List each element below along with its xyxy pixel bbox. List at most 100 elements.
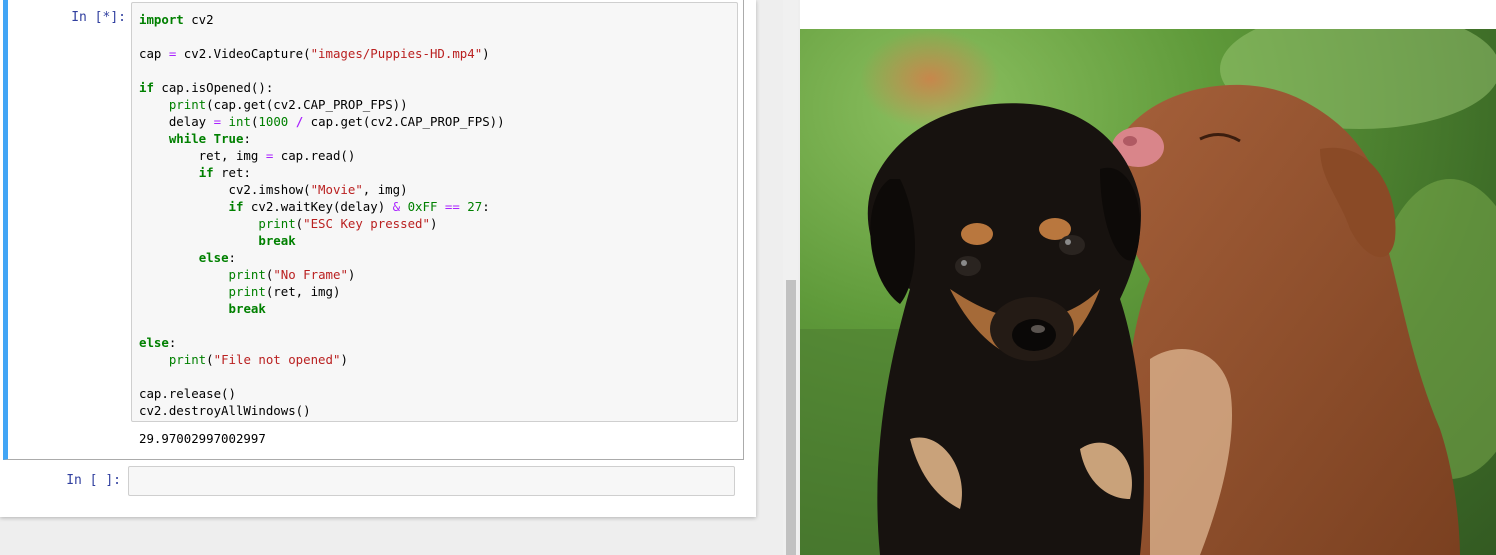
code-line: else: (139, 249, 737, 266)
code-token: (ret, img) (265, 284, 341, 299)
code-editor-empty[interactable] (128, 466, 735, 496)
code-line: if cv2.waitKey(delay) & 0xFF == 27: (139, 198, 737, 215)
code-token: while (168, 131, 207, 146)
cell-prompt-empty: In [ ]: (66, 473, 121, 488)
code-token: print (258, 216, 296, 231)
cell-output: 29.97002997002997 (139, 431, 266, 446)
code-token: "Movie" (310, 182, 363, 197)
code-token: "File not opened" (213, 352, 341, 367)
code-line: cap = cv2.VideoCapture("images/Puppies-H… (139, 45, 737, 62)
code-token: ret, img (139, 148, 266, 163)
code-line: print("ESC Key pressed") (139, 215, 737, 232)
code-line: print("No Frame") (139, 266, 737, 283)
code-token: , img) (362, 182, 408, 197)
code-token: True (213, 131, 244, 146)
code-token: = (213, 114, 222, 129)
code-token: cv2.destroyAllWindows() (139, 403, 311, 418)
code-token: if (139, 80, 154, 95)
code-cell-running[interactable]: In [*]: import cv2 cap = cv2.VideoCapture… (3, 0, 744, 460)
code-token: else (198, 250, 229, 265)
movie-window[interactable] (800, 0, 1496, 555)
code-text[interactable]: import cv2 cap = cv2.VideoCapture("images… (132, 3, 737, 419)
code-token: : (243, 131, 251, 146)
code-editor[interactable]: import cv2 cap = cv2.VideoCapture("images… (131, 2, 738, 422)
code-line: print("File not opened") (139, 351, 737, 368)
code-token: ) (482, 46, 490, 61)
code-token: break (258, 233, 296, 248)
code-token: 27 (467, 199, 483, 214)
notebook-panel: In [*]: import cv2 cap = cv2.VideoCapture… (0, 0, 756, 517)
code-line: while True: (139, 130, 737, 147)
code-token: "ESC Key pressed" (303, 216, 430, 231)
code-line: delay = int(1000 / cap.get(cv2.CAP_PROP_… (139, 113, 737, 130)
code-token: : (482, 199, 490, 214)
code-token: ( (206, 352, 214, 367)
code-token: cap.read() (273, 148, 356, 163)
code-token: if (228, 199, 244, 214)
code-line: if ret: (139, 164, 737, 181)
code-token: cap.isOpened(): (153, 80, 274, 95)
code-token: ) (340, 352, 348, 367)
code-token: cap (139, 46, 169, 61)
code-token: print (168, 97, 207, 112)
code-token: (cap.get(cv2.CAP_PROP_FPS)) (206, 97, 408, 112)
code-token: print (168, 352, 207, 367)
puppies-image (800, 29, 1496, 555)
code-token: & (392, 199, 401, 214)
code-line: if cap.isOpened(): (139, 79, 737, 96)
code-token: 1000 (258, 114, 289, 129)
code-line: break (139, 232, 737, 249)
code-token: == (444, 199, 460, 214)
code-token: cv2 (183, 12, 214, 27)
code-token: "No Frame" (273, 267, 348, 282)
code-line: cv2.destroyAllWindows() (139, 402, 737, 419)
code-token: int (228, 114, 251, 129)
code-token: print (228, 284, 266, 299)
code-token: ) (347, 267, 356, 282)
code-token: cap.release() (139, 386, 236, 401)
code-token: 0xFF (407, 199, 438, 214)
code-token: ret: (213, 165, 251, 180)
code-token: if (198, 165, 214, 180)
code-token: break (228, 301, 266, 316)
code-token: : (228, 250, 236, 265)
cell-prompt: In [*]: (71, 10, 126, 25)
video-frame (800, 29, 1496, 555)
code-line: print(cap.get(cv2.CAP_PROP_FPS)) (139, 96, 737, 113)
code-token: cv2.imshow( (139, 182, 311, 197)
code-line: cap.release() (139, 385, 737, 402)
code-line: ret, img = cap.read() (139, 147, 737, 164)
code-token: delay (139, 114, 214, 129)
code-token: ) (429, 216, 438, 231)
code-token: print (228, 267, 266, 282)
code-token: cap.get(cv2.CAP_PROP_FPS)) (303, 114, 505, 129)
code-token: "images/Puppies-HD.mp4" (310, 46, 483, 61)
code-token: : (168, 335, 177, 350)
scrollbar-thumb[interactable] (786, 280, 796, 555)
code-line: break (139, 300, 737, 317)
code-line: print(ret, img) (139, 283, 737, 300)
code-line: else: (139, 334, 737, 351)
code-token: cv2.waitKey(delay) (243, 199, 393, 214)
code-token: else (139, 335, 169, 350)
code-token: cv2.VideoCapture( (176, 46, 311, 61)
code-cell-empty[interactable]: In [ ]: (0, 465, 756, 499)
